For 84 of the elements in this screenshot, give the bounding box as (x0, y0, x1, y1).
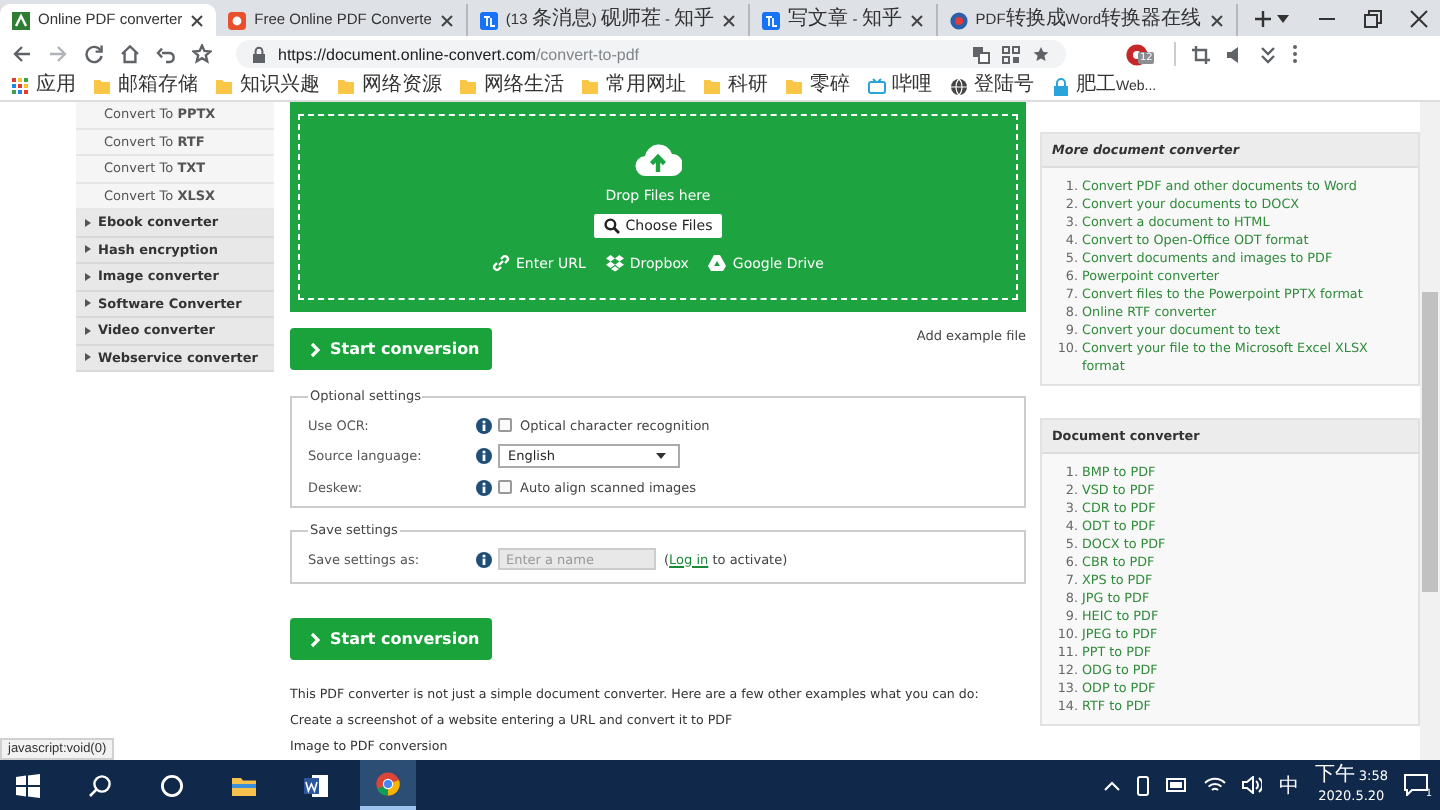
tab-favicon-icon (762, 11, 781, 29)
checkbox[interactable] (498, 418, 512, 432)
chevron-icon (310, 341, 320, 357)
menu-icon[interactable] (1292, 44, 1298, 64)
restore-icon[interactable] (1364, 9, 1382, 27)
cloud-upload-icon (634, 142, 682, 178)
caret-icon (84, 298, 92, 309)
circle-icon (160, 773, 184, 797)
chevron-up-icon[interactable] (1104, 779, 1121, 791)
tab-favicon-icon (479, 11, 498, 29)
home-icon[interactable] (120, 44, 140, 64)
tab-favicon-icon (228, 11, 247, 29)
search-icon (603, 218, 620, 234)
folder-icon (460, 77, 478, 95)
bookmark-item[interactable]: 登陆号 (950, 73, 1034, 99)
close-icon[interactable] (722, 13, 737, 27)
tab-favicon-icon (949, 11, 968, 29)
folder-icon (216, 77, 234, 95)
search-icon (88, 773, 112, 797)
new-tab-icon[interactable] (1253, 10, 1272, 28)
folder-icon (704, 77, 722, 95)
padlock-icon (1052, 77, 1070, 95)
caret-icon (84, 217, 92, 228)
windows-icon (16, 773, 40, 797)
bookmark-item[interactable]: 常用网址 (582, 73, 686, 99)
folder-icon (582, 77, 600, 95)
dropdown-icon (656, 452, 666, 460)
caret-icon (84, 271, 92, 282)
info-icon[interactable] (476, 479, 492, 495)
crop-icon[interactable] (1192, 45, 1210, 63)
close-icon[interactable] (909, 13, 924, 27)
device-icon[interactable] (1136, 775, 1151, 795)
info-icon[interactable] (476, 417, 492, 433)
battery-icon[interactable] (1166, 778, 1189, 792)
speaker-icon[interactable] (1226, 45, 1244, 63)
info-icon[interactable] (476, 448, 492, 464)
undo-icon[interactable] (156, 44, 176, 64)
tv-icon (868, 77, 886, 95)
caret-icon (84, 352, 92, 363)
wifi-icon[interactable] (1204, 776, 1227, 794)
double-chevron-icon[interactable] (1260, 45, 1276, 63)
tab-favicon-icon (12, 11, 30, 29)
link-icon (492, 254, 510, 272)
folder-icon (786, 77, 804, 95)
globe-icon (950, 77, 968, 95)
browser-icon (376, 771, 400, 795)
reload-icon[interactable] (84, 44, 104, 64)
bookmark-star-icon[interactable] (192, 44, 212, 64)
folder-icon (338, 77, 356, 95)
scrollbar[interactable] (1420, 102, 1440, 760)
folder-icon (94, 77, 112, 95)
close-icon[interactable] (439, 13, 454, 27)
apps-icon (12, 77, 30, 95)
drive-icon (708, 254, 727, 272)
message-icon (1404, 774, 1428, 796)
bookmark-item[interactable]: 哔哩 (868, 73, 932, 99)
input-method-indicator[interactable]: 中 (1278, 770, 1299, 800)
bookmark-item[interactable]: 网络生活 (460, 73, 564, 99)
dropdown-icon[interactable] (1276, 13, 1290, 23)
info-icon[interactable] (476, 551, 492, 567)
bookmark-item[interactable]: 零碎 (786, 73, 850, 99)
folder-icon (232, 773, 256, 797)
bookmark-item[interactable]: 知识兴趣 (216, 73, 320, 99)
bookmark-item[interactable]: 科研 (704, 73, 768, 99)
star-icon[interactable] (1032, 45, 1050, 63)
close-icon[interactable] (1410, 9, 1428, 27)
close-icon[interactable] (190, 13, 205, 27)
address-bar[interactable]: https://document.online-convert.com/convert-to-pdf (236, 40, 1066, 68)
word-icon (304, 773, 328, 797)
lock-icon (252, 45, 266, 63)
caret-icon (84, 244, 92, 255)
caret-icon (84, 325, 92, 336)
back-icon[interactable] (12, 44, 32, 64)
dropbox-icon (605, 254, 624, 272)
bookmark-item[interactable]: 网络资源 (338, 73, 442, 99)
checkbox[interactable] (498, 480, 512, 494)
qr-code-icon[interactable] (1002, 45, 1020, 63)
close-icon[interactable] (1209, 13, 1224, 27)
bookmark-item[interactable]: 应用 (12, 73, 76, 99)
url-text: https://document.online-convert.com/convert-to-pdf (278, 45, 640, 63)
bookmark-item[interactable]: 邮箱存储 (94, 73, 198, 99)
translate-icon[interactable] (972, 45, 990, 63)
chevron-icon (310, 631, 320, 647)
speaker-icon[interactable] (1242, 776, 1263, 794)
